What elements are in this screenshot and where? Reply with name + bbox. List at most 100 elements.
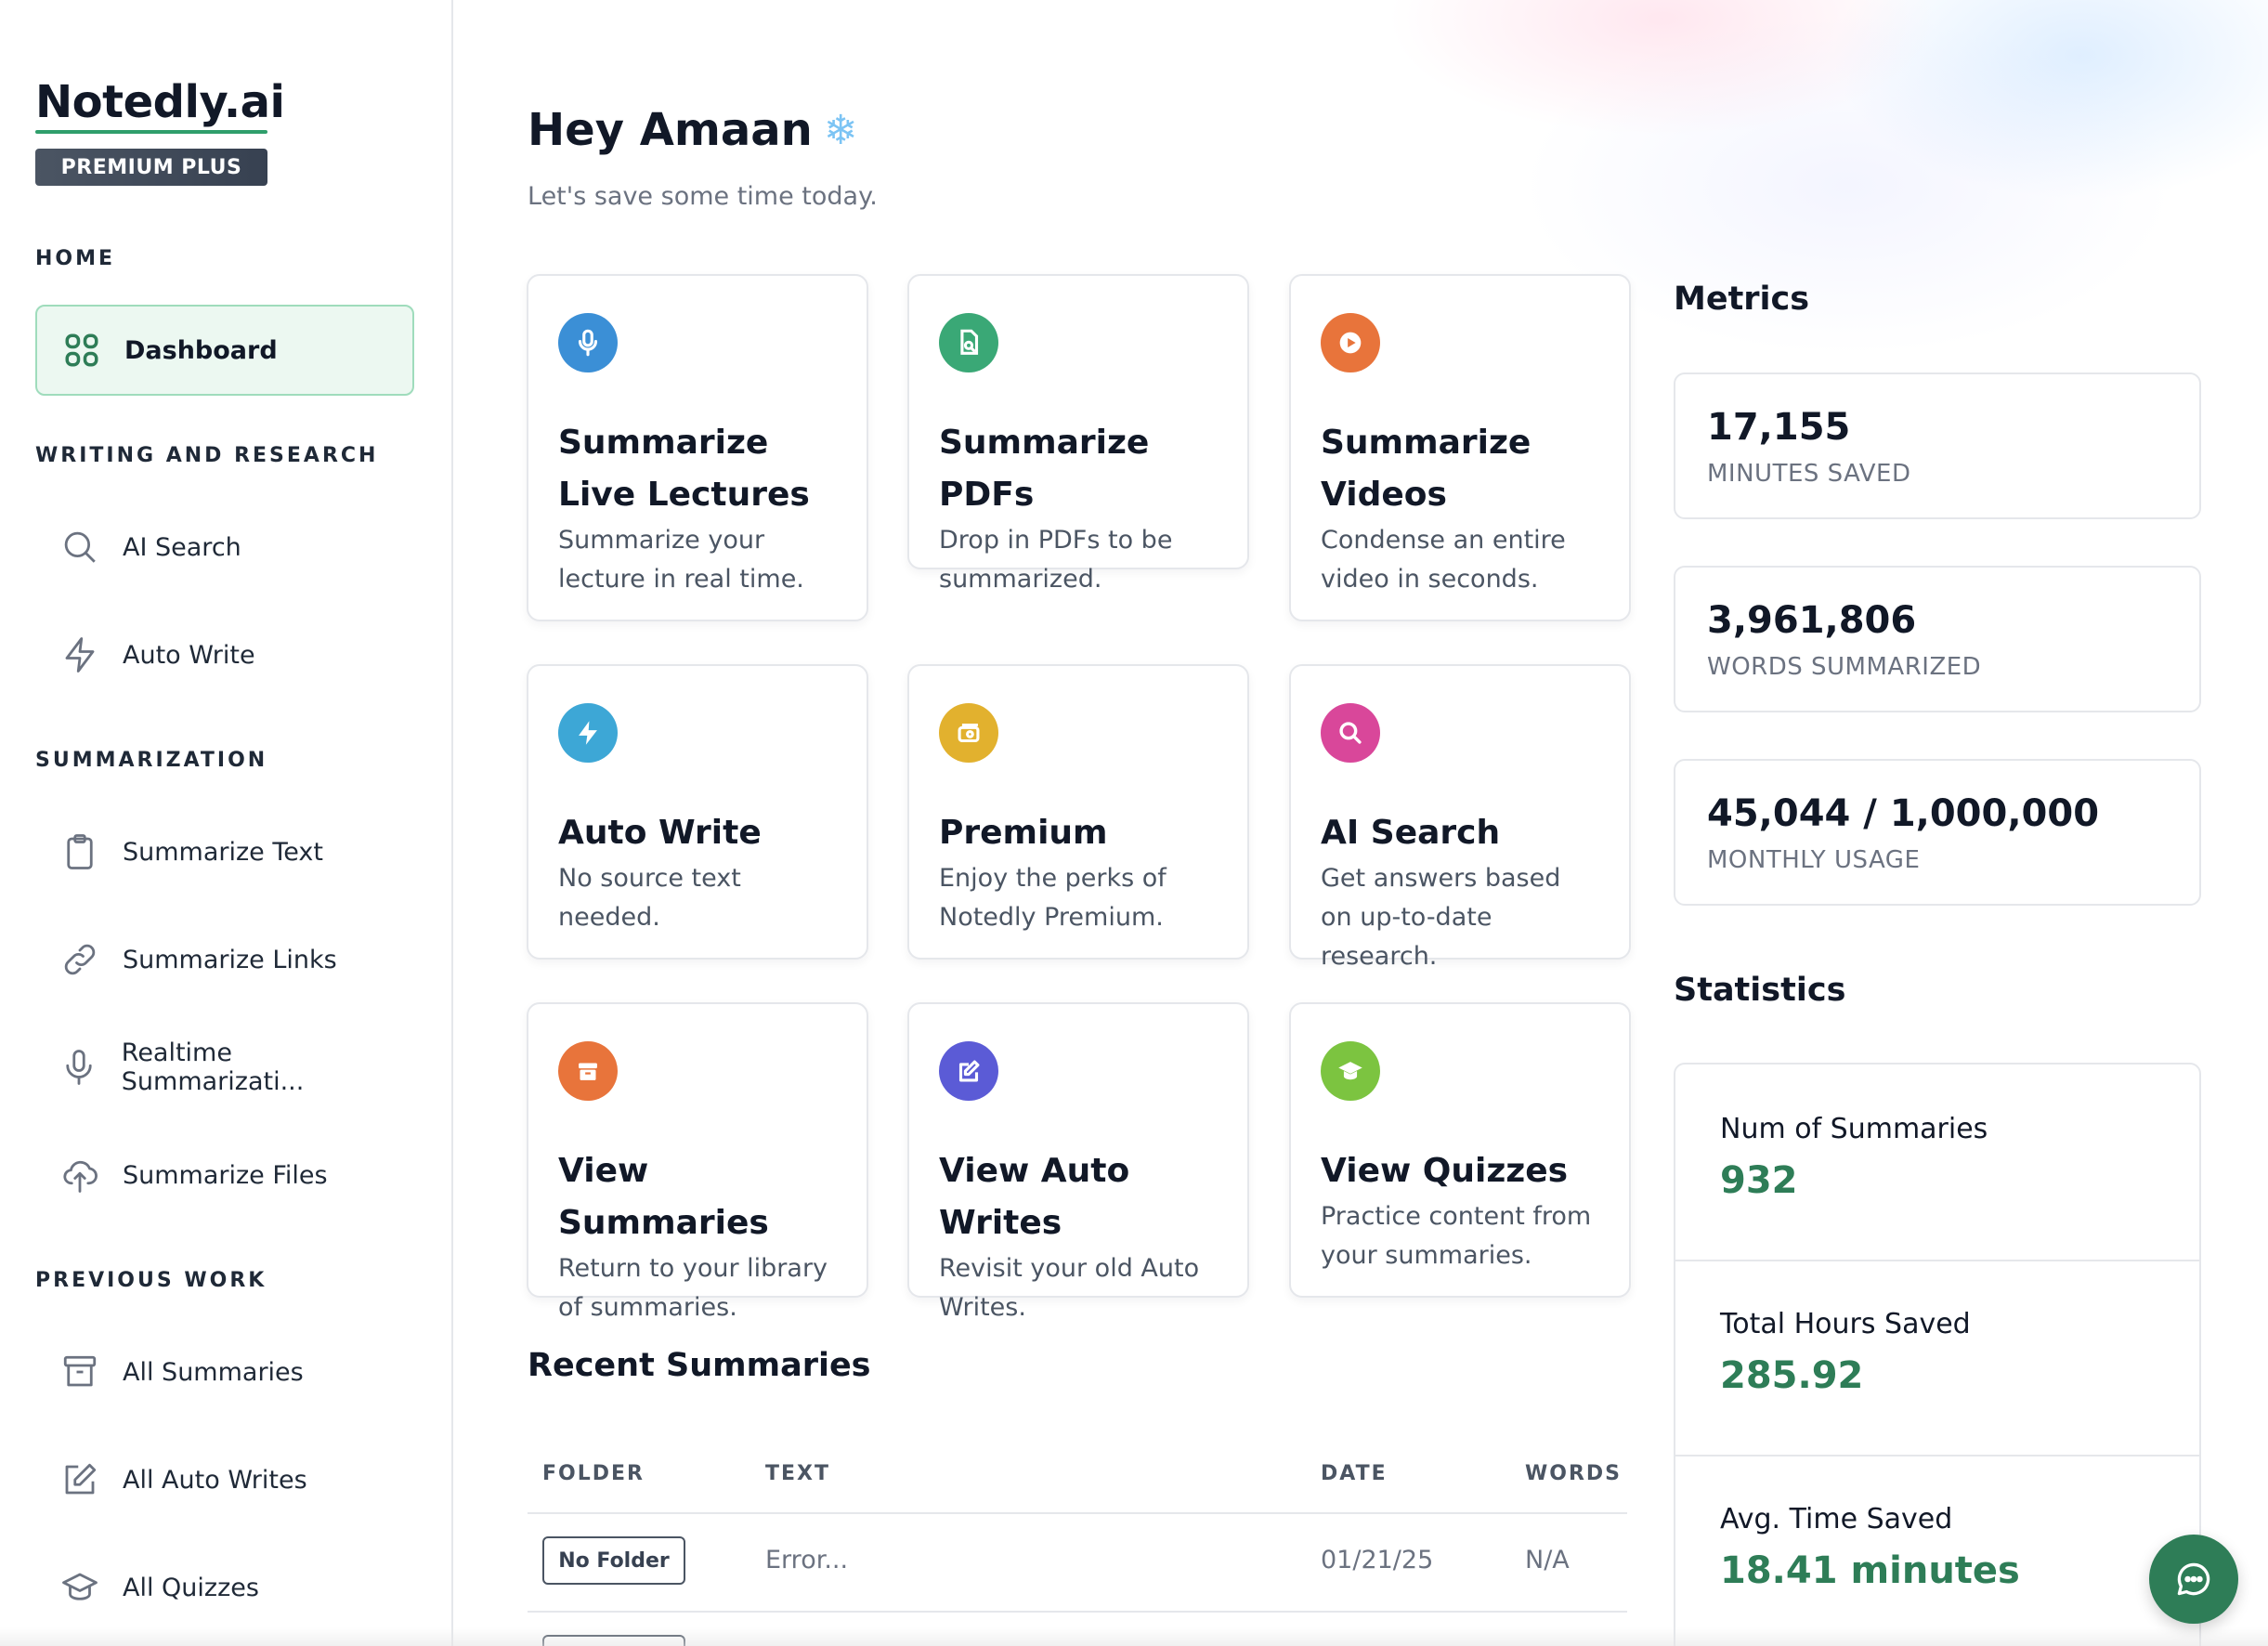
folder-tag-partial[interactable] <box>542 1635 685 1646</box>
edit-icon <box>59 1459 100 1500</box>
sidebar-item-all-quizzes[interactable]: All Quizzes <box>35 1542 414 1633</box>
card-description: Return to your library of summaries. <box>558 1254 828 1322</box>
sidebar-item-realtime-summarization[interactable]: Realtime Summarizati... <box>35 1022 414 1113</box>
card-title: Summarize Videos <box>1321 424 1532 514</box>
microphone-icon <box>558 313 618 372</box>
card-title: Auto Write <box>558 814 762 852</box>
card-description: Enjoy the perks of Notedly Premium. <box>939 864 1167 932</box>
sidebar-item-label: All Quizzes <box>123 1573 259 1602</box>
card-title: AI Search <box>1321 814 1501 852</box>
stat-label: Avg. Time Saved <box>1720 1503 1953 1535</box>
card-description: Condense an entire video in seconds. <box>1321 526 1566 594</box>
card-summarize-live-lectures[interactable]: Summarize Live Lectures Summarize your l… <box>527 274 868 621</box>
graduation-cap-icon <box>59 1567 100 1608</box>
metrics-title: Metrics <box>1674 281 1810 318</box>
sidebar-item-summarize-files[interactable]: Summarize Files <box>35 1130 414 1221</box>
stat-label: Total Hours Saved <box>1720 1308 1971 1340</box>
search-icon <box>1321 703 1380 763</box>
column-header-date: DATE <box>1321 1462 1388 1485</box>
column-header-words: WORDS <box>1525 1462 1623 1485</box>
stat-item: Num of Summaries 932 <box>1675 1065 2199 1260</box>
cloud-upload-icon <box>59 1155 100 1195</box>
card-title: View Quizzes <box>1321 1152 1569 1190</box>
snowflake-icon: ❄ <box>823 106 858 154</box>
recent-summaries-title: Recent Summaries <box>528 1347 871 1384</box>
metric-label: WORDS SUMMARIZED <box>1707 653 1982 681</box>
pdf-search-icon <box>939 313 998 372</box>
stat-value: 932 <box>1720 1159 1798 1202</box>
stat-value: 18.41 minutes <box>1720 1549 2020 1592</box>
sidebar-item-all-summaries[interactable]: All Summaries <box>35 1326 414 1417</box>
metric-card: 3,961,806 WORDS SUMMARIZED <box>1674 566 2201 712</box>
sidebar-item-auto-write[interactable]: Auto Write <box>35 609 414 700</box>
sidebar-item-all-auto-writes[interactable]: All Auto Writes <box>35 1434 414 1525</box>
sidebar: Notedly.ai PREMIUM PLUS HOME Dashboard W… <box>0 0 453 1646</box>
card-title: View Summaries <box>558 1152 769 1242</box>
brand-logo[interactable]: Notedly.ai <box>35 76 285 128</box>
archive-icon <box>558 1041 618 1101</box>
card-summarize-pdfs[interactable]: Summarize PDFs Drop in PDFs to be summar… <box>907 274 1249 594</box>
sidebar-item-ai-search[interactable]: AI Search <box>35 502 414 593</box>
sidebar-item-summarize-links[interactable]: Summarize Links <box>35 914 414 1005</box>
card-summarize-videos[interactable]: Summarize Videos Condense an entire vide… <box>1289 274 1631 621</box>
card-title: Summarize PDFs <box>939 424 1150 514</box>
search-icon <box>59 527 100 568</box>
chat-bubble-icon <box>2173 1559 2214 1600</box>
card-auto-write[interactable]: Auto Write No source text needed. <box>527 664 868 960</box>
statistics-title: Statistics <box>1674 972 1846 1009</box>
play-icon <box>1321 313 1380 372</box>
plan-badge: PREMIUM PLUS <box>35 149 267 186</box>
card-view-auto-writes[interactable]: View Auto Writes Revisit your old Auto W… <box>907 1002 1249 1322</box>
card-view-quizzes[interactable]: View Quizzes Practice content from your … <box>1289 1002 1631 1298</box>
folder-tag[interactable]: No Folder <box>542 1536 685 1585</box>
card-description: No source text needed. <box>558 864 741 932</box>
page-subtitle: Let's save some time today. <box>528 182 878 211</box>
card-ai-search[interactable]: AI Search Get answers based on up-to-dat… <box>1289 664 1631 971</box>
grid-icon <box>61 330 102 371</box>
metric-value: 3,961,806 <box>1707 599 1917 642</box>
row-date: 01/21/25 <box>1321 1546 1434 1574</box>
card-description: Practice content from your summaries. <box>1321 1202 1592 1270</box>
lightning-icon <box>59 634 100 675</box>
link-icon <box>59 939 100 980</box>
card-description: Summarize your lecture in real time. <box>558 526 804 594</box>
sidebar-item-label: All Auto Writes <box>123 1465 307 1495</box>
stat-item: Total Hours Saved 285.92 <box>1675 1260 2199 1455</box>
metric-card: 17,155 MINUTES SAVED <box>1674 372 2201 519</box>
statistics-panel: Num of Summaries 932 Total Hours Saved 2… <box>1674 1063 2201 1646</box>
graduation-cap-icon <box>1321 1041 1380 1101</box>
lightning-icon <box>558 703 618 763</box>
section-label-home: HOME <box>35 247 116 270</box>
logo-underline <box>35 130 267 134</box>
column-header-text: TEXT <box>765 1462 831 1485</box>
metric-label: MINUTES SAVED <box>1707 460 1911 488</box>
sidebar-item-dashboard[interactable]: Dashboard <box>35 305 414 396</box>
metric-label: MONTHLY USAGE <box>1707 846 1921 874</box>
page-title: Hey Amaan ❄ <box>528 104 858 156</box>
card-description: Revisit your old Auto Writes. <box>939 1254 1200 1322</box>
card-description: Get answers based on up-to-date research… <box>1321 864 1561 971</box>
stat-value: 285.92 <box>1720 1354 1864 1397</box>
row-words: N/A <box>1525 1546 1570 1574</box>
stat-label: Num of Summaries <box>1720 1113 1988 1145</box>
table-header-divider <box>528 1512 1627 1514</box>
card-premium[interactable]: Premium Enjoy the perks of Notedly Premi… <box>907 664 1249 960</box>
sidebar-item-summarize-text[interactable]: Summarize Text <box>35 806 414 897</box>
sidebar-item-label: Summarize Links <box>123 945 337 974</box>
archive-icon <box>59 1352 100 1392</box>
row-text: Error... <box>765 1546 849 1574</box>
money-icon <box>939 703 998 763</box>
metric-card: 45,044 / 1,000,000 MONTHLY USAGE <box>1674 759 2201 906</box>
card-description: Drop in PDFs to be summarized. <box>939 526 1173 594</box>
greeting-text: Hey Amaan <box>528 104 813 156</box>
card-title: View Auto Writes <box>939 1152 1130 1242</box>
section-label-writing: WRITING AND RESEARCH <box>35 444 379 467</box>
sidebar-item-label: Summarize Text <box>123 837 323 867</box>
chat-button[interactable] <box>2149 1535 2238 1624</box>
card-title: Summarize Live Lectures <box>558 424 810 514</box>
sidebar-item-label: All Summaries <box>123 1357 304 1387</box>
column-header-folder: FOLDER <box>542 1462 645 1485</box>
card-view-summaries[interactable]: View Summaries Return to your library of… <box>527 1002 868 1322</box>
microphone-icon <box>59 1047 99 1088</box>
section-label-summarization: SUMMARIZATION <box>35 749 268 772</box>
